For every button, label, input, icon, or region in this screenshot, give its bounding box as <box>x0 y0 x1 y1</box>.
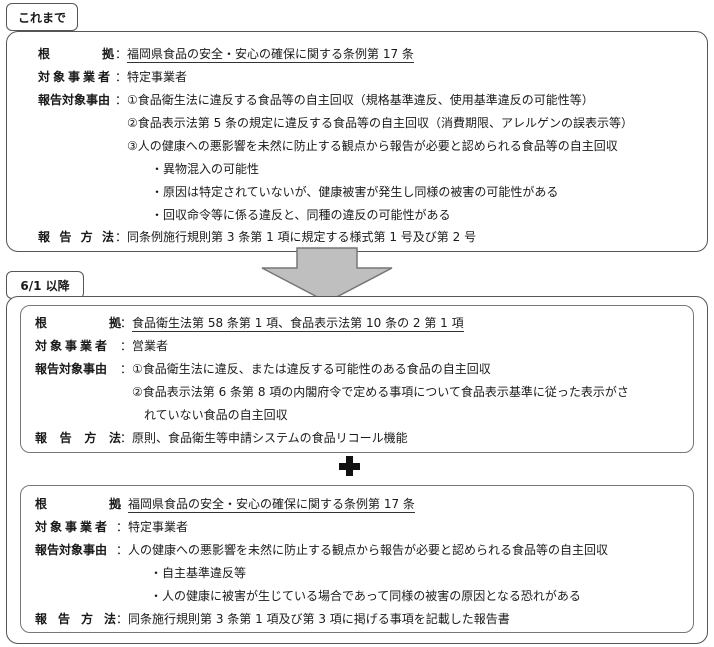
pref-method: ：同条施行規則第 3 条第 1 項及び第 3 項に掲げる事項を記載した報告書 <box>116 612 510 626</box>
pref-basis: ：福岡県食品の安全・安心の確保に関する条例第 17 条 <box>116 497 415 513</box>
pref-reason-2: ・自主基準違反等 <box>150 566 247 580</box>
pref-method-label: 報 告 方 法 <box>35 612 116 626</box>
pref-reason-label: 報告対象事由 <box>35 543 108 557</box>
pref-reason-1: ：人の健康への悪影響を未然に防止する観点から報告が必要と認められる食品等の自主回… <box>116 543 609 557</box>
pref-basis-label: 根 拠 <box>35 497 121 511</box>
pref-target-label: 対象事業者 <box>35 520 111 534</box>
pref-reason-3: ・人の健康に被害が生じている場合であって同様の被害の原因となる恐れがある <box>150 589 581 603</box>
pref-target: ：特定事業者 <box>116 520 189 534</box>
